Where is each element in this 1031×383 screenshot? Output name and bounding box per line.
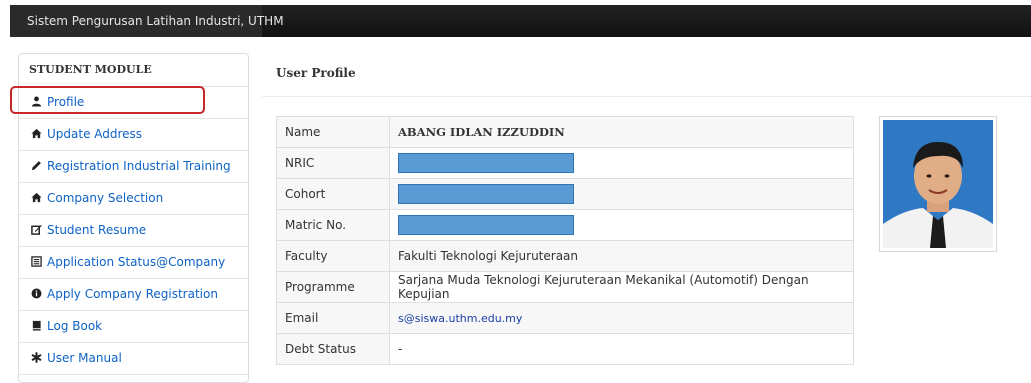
field-label: Cohort [276,178,390,210]
field-label: Name [276,116,390,148]
nric-value [389,147,854,179]
sidebar-title: STUDENT MODULE [19,54,248,87]
field-label: Email [276,302,390,334]
profile-table: Name ABANG IDLAN IZZUDDIN NRIC Cohort Ma… [276,116,854,365]
matric-value [389,209,854,241]
table-row: Name ABANG IDLAN IZZUDDIN [276,116,854,148]
sidebar-item-label: Update Address [47,127,143,141]
top-navbar: Sistem Pengurusan Latihan Industri, UTHM [10,5,1031,37]
cohort-value [389,178,854,210]
field-label: NRIC [276,147,390,179]
edit-icon [31,224,42,235]
student-name: ABANG IDLAN IZZUDDIN [398,125,565,139]
list-icon [31,256,42,267]
active-item-highlight [10,86,205,114]
sidebar-item-application-status[interactable]: Application Status@Company [19,247,248,279]
info-icon [31,288,42,299]
redaction-box [398,184,574,204]
name-value: ABANG IDLAN IZZUDDIN [389,116,854,148]
sidebar-item-label: Student Resume [47,223,147,237]
app-title[interactable]: Sistem Pengurusan Latihan Industri, UTHM [10,5,284,37]
email-link[interactable]: s@siswa.uthm.edu.my [398,312,522,325]
email-value: s@siswa.uthm.edu.my [389,302,854,334]
book-icon [32,320,41,331]
redaction-box [398,215,574,235]
table-row: Debt Status - [276,333,854,365]
page-title: User Profile [276,66,356,80]
debt-status-value: - [389,333,854,365]
table-row: Matric No. [276,209,854,241]
table-row: Programme Sarjana Muda Teknologi Kejurut… [276,271,854,303]
sidebar-item-student-resume[interactable]: Student Resume [19,215,248,247]
field-label: Programme [276,271,390,303]
sidebar-item-update-address[interactable]: Update Address [19,119,248,151]
sidebar-item-company-selection[interactable]: Company Selection [19,183,248,215]
field-label: Matric No. [276,209,390,241]
sidebar-item-label: Apply Company Registration [47,287,218,301]
sidebar-item-registration-industrial-training[interactable]: Registration Industrial Training [19,151,248,183]
table-row: Email s@siswa.uthm.edu.my [276,302,854,334]
sidebar-item-label: User Manual [47,351,122,365]
redaction-box [398,153,574,173]
divider [262,96,1031,97]
field-label: Faculty [276,240,390,272]
sidebar-item-label: Log Book [47,319,103,333]
sidebar-item-label: Registration Industrial Training [47,159,231,173]
sidebar-item-apply-company-registration[interactable]: Apply Company Registration [19,279,248,311]
table-row: Faculty Fakulti Teknologi Kejuruteraan [276,240,854,272]
asterisk-icon [31,352,42,363]
table-row: NRIC [276,147,854,179]
sidebar-item-label: Company Selection [47,191,164,205]
student-photo [883,120,993,248]
programme-value: Sarjana Muda Teknologi Kejuruteraan Meka… [389,271,854,303]
home-icon [31,192,42,203]
faculty-value: Fakulti Teknologi Kejuruteraan [389,240,854,272]
pencil-icon [31,161,41,171]
sidebar-item-label: Application Status@Company [47,255,226,269]
table-row: Cohort [276,178,854,210]
home-icon [31,128,42,139]
sidebar-item-user-manual[interactable]: User Manual [19,343,248,375]
sidebar-item-log-book[interactable]: Log Book [19,311,248,343]
profile-photo [879,116,997,252]
field-label: Debt Status [276,333,390,365]
